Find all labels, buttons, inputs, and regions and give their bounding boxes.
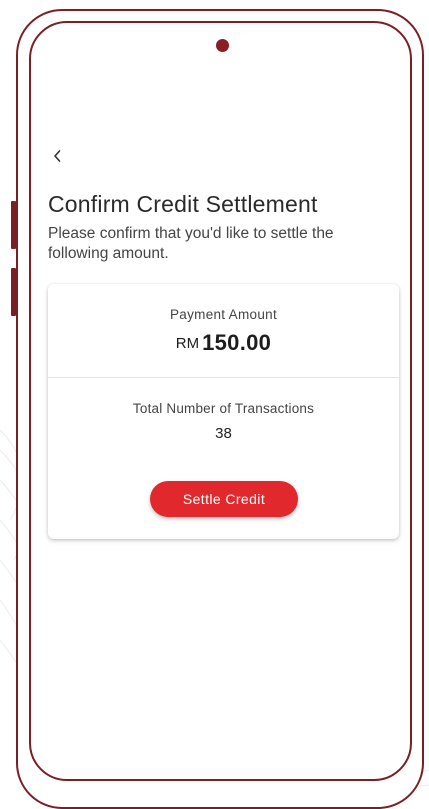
camera-dot: [216, 39, 229, 52]
page-title: Confirm Credit Settlement: [48, 191, 318, 217]
payment-amount-section: Payment Amount RM 150.00: [48, 284, 399, 378]
payment-amount-label: Payment Amount: [169, 307, 277, 322]
amount-value: 150.00: [202, 330, 272, 355]
settle-credit-button[interactable]: Settle Credit: [150, 481, 298, 517]
back-button[interactable]: [52, 145, 72, 167]
chevron-left-icon: [54, 150, 61, 162]
currency-label: RM: [175, 335, 200, 352]
transactions-count: 38: [215, 425, 232, 442]
page-subtitle: Please confirm that you'd like to settle…: [48, 225, 334, 262]
settlement-card: Payment Amount RM 150.00 Total Number of …: [48, 284, 399, 539]
transactions-label: Total Number of Transactions: [132, 401, 315, 416]
payment-amount-value: RM 150.00: [48, 330, 399, 356]
